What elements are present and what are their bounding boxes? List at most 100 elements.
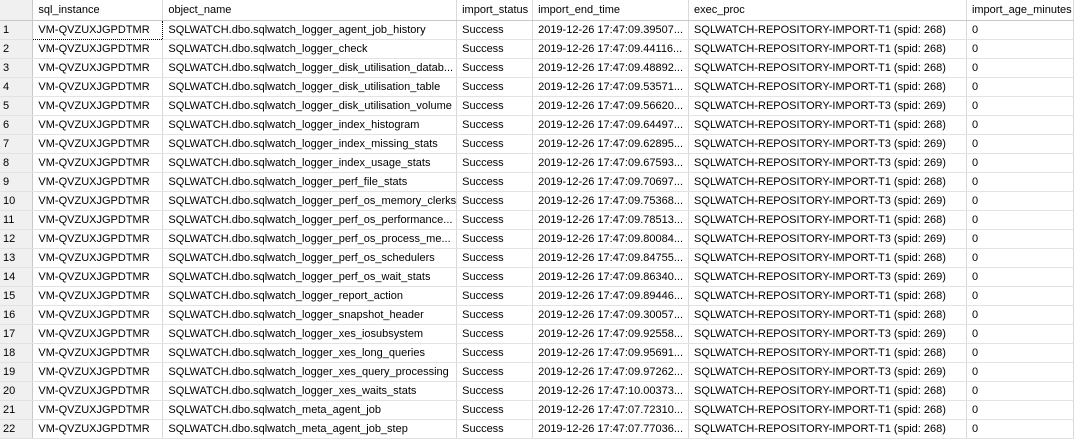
import-end-time-cell[interactable]: 2019-12-26 17:47:09.56620... bbox=[532, 96, 690, 116]
row-number-cell[interactable]: 1 bbox=[0, 20, 34, 40]
object-name-cell[interactable]: SQLWATCH.dbo.sqlwatch_logger_perf_file_s… bbox=[162, 172, 458, 192]
row-number-cell[interactable]: 6 bbox=[0, 115, 34, 135]
sql-instance-cell[interactable]: VM-QVZUXJGPDTMR bbox=[32, 343, 164, 363]
table-row[interactable]: 6 VM-QVZUXJGPDTMR SQLWATCH.dbo.sqlwatch_lo… bbox=[0, 115, 1074, 135]
row-number-cell[interactable]: 11 bbox=[0, 210, 34, 230]
sql-instance-cell[interactable]: VM-QVZUXJGPDTMR bbox=[32, 229, 164, 249]
row-number-cell[interactable]: 21 bbox=[0, 400, 34, 420]
exec-proc-cell[interactable]: SQLWATCH-REPOSITORY-IMPORT-T1 (spid: 268… bbox=[688, 39, 967, 59]
column-header-sql-instance[interactable]: sql_instance bbox=[32, 0, 164, 21]
object-name-cell[interactable]: SQLWATCH.dbo.sqlwatch_logger_perf_os_wai… bbox=[162, 267, 458, 287]
import-end-time-cell[interactable]: 2019-12-26 17:47:07.77036... bbox=[532, 419, 690, 439]
import-status-cell[interactable]: Success bbox=[456, 115, 534, 135]
import-status-cell[interactable]: Success bbox=[456, 229, 534, 249]
row-number-cell[interactable]: 20 bbox=[0, 381, 34, 401]
object-name-cell[interactable]: SQLWATCH.dbo.sqlwatch_logger_report_acti… bbox=[162, 286, 458, 306]
sql-instance-cell[interactable]: VM-QVZUXJGPDTMR bbox=[32, 248, 164, 268]
exec-proc-cell[interactable]: SQLWATCH-REPOSITORY-IMPORT-T1 (spid: 268… bbox=[688, 248, 967, 268]
column-header-import-status[interactable]: import_status bbox=[456, 0, 534, 21]
sql-instance-cell[interactable]: VM-QVZUXJGPDTMR bbox=[32, 286, 164, 306]
import-age-minutes-cell[interactable]: 0 bbox=[966, 191, 1074, 211]
import-age-minutes-cell[interactable]: 0 bbox=[966, 248, 1074, 268]
import-status-cell[interactable]: Success bbox=[456, 419, 534, 439]
exec-proc-cell[interactable]: SQLWATCH-REPOSITORY-IMPORT-T3 (spid: 269… bbox=[688, 229, 967, 249]
import-age-minutes-cell[interactable]: 0 bbox=[966, 362, 1074, 382]
table-row[interactable]: 19 VM-QVZUXJGPDTMR SQLWATCH.dbo.sqlwatch_l… bbox=[0, 362, 1074, 382]
row-number-cell[interactable]: 13 bbox=[0, 248, 34, 268]
row-number-cell[interactable]: 17 bbox=[0, 324, 34, 344]
table-row[interactable]: 9 VM-QVZUXJGPDTMR SQLWATCH.dbo.sqlwatch_lo… bbox=[0, 172, 1074, 192]
object-name-cell[interactable]: SQLWATCH.dbo.sqlwatch_logger_snapshot_he… bbox=[162, 305, 458, 325]
object-name-cell[interactable]: SQLWATCH.dbo.sqlwatch_logger_perf_os_per… bbox=[162, 210, 458, 230]
column-header-object-name[interactable]: object_name bbox=[162, 0, 458, 21]
exec-proc-cell[interactable]: SQLWATCH-REPOSITORY-IMPORT-T1 (spid: 268… bbox=[688, 400, 967, 420]
row-number-cell[interactable]: 3 bbox=[0, 58, 34, 78]
import-end-time-cell[interactable]: 2019-12-26 17:47:09.48892... bbox=[532, 58, 690, 78]
exec-proc-cell[interactable]: SQLWATCH-REPOSITORY-IMPORT-T1 (spid: 268… bbox=[688, 58, 967, 78]
table-row[interactable]: 20 VM-QVZUXJGPDTMR SQLWATCH.dbo.sqlwatch_l… bbox=[0, 381, 1074, 401]
table-row[interactable]: 11 VM-QVZUXJGPDTMR SQLWATCH.dbo.sqlwatch_l… bbox=[0, 210, 1074, 230]
exec-proc-cell[interactable]: SQLWATCH-REPOSITORY-IMPORT-T1 (spid: 268… bbox=[688, 343, 967, 363]
import-age-minutes-cell[interactable]: 0 bbox=[966, 39, 1074, 59]
sql-instance-cell[interactable]: VM-QVZUXJGPDTMR bbox=[32, 305, 164, 325]
import-status-cell[interactable]: Success bbox=[456, 134, 534, 154]
import-age-minutes-cell[interactable]: 0 bbox=[966, 58, 1074, 78]
import-status-cell[interactable]: Success bbox=[456, 381, 534, 401]
table-row[interactable]: 21 VM-QVZUXJGPDTMR SQLWATCH.dbo.sqlwatch_m… bbox=[0, 400, 1074, 420]
object-name-cell[interactable]: SQLWATCH.dbo.sqlwatch_meta_agent_job_ste… bbox=[162, 419, 458, 439]
table-row[interactable]: 22 VM-QVZUXJGPDTMR SQLWATCH.dbo.sqlwatch_m… bbox=[0, 419, 1074, 439]
object-name-cell[interactable]: SQLWATCH.dbo.sqlwatch_logger_perf_os_pro… bbox=[162, 229, 458, 249]
import-end-time-cell[interactable]: 2019-12-26 17:47:09.75368... bbox=[532, 191, 690, 211]
sql-instance-cell[interactable]: VM-QVZUXJGPDTMR bbox=[32, 324, 164, 344]
import-end-time-cell[interactable]: 2019-12-26 17:47:09.92558... bbox=[532, 324, 690, 344]
row-number-cell[interactable]: 9 bbox=[0, 172, 34, 192]
sql-instance-cell[interactable]: VM-QVZUXJGPDTMR bbox=[32, 172, 164, 192]
import-age-minutes-cell[interactable]: 0 bbox=[966, 77, 1074, 97]
import-age-minutes-cell[interactable]: 0 bbox=[966, 96, 1074, 116]
exec-proc-cell[interactable]: SQLWATCH-REPOSITORY-IMPORT-T1 (spid: 268… bbox=[688, 172, 967, 192]
import-age-minutes-cell[interactable]: 0 bbox=[966, 400, 1074, 420]
column-header-import-age-minutes[interactable]: import_age_minutes bbox=[966, 0, 1074, 21]
row-number-cell[interactable]: 14 bbox=[0, 267, 34, 287]
import-end-time-cell[interactable]: 2019-12-26 17:47:09.89446... bbox=[532, 286, 690, 306]
object-name-cell[interactable]: SQLWATCH.dbo.sqlwatch_logger_index_missi… bbox=[162, 134, 458, 154]
import-age-minutes-cell[interactable]: 0 bbox=[966, 343, 1074, 363]
row-number-cell[interactable]: 2 bbox=[0, 39, 34, 59]
import-end-time-cell[interactable]: 2019-12-26 17:47:09.64497... bbox=[532, 115, 690, 135]
sql-instance-cell[interactable]: VM-QVZUXJGPDTMR bbox=[32, 210, 164, 230]
import-age-minutes-cell[interactable]: 0 bbox=[966, 20, 1074, 40]
sql-instance-cell[interactable]: VM-QVZUXJGPDTMR bbox=[32, 19, 164, 40]
exec-proc-cell[interactable]: SQLWATCH-REPOSITORY-IMPORT-T3 (spid: 269… bbox=[688, 96, 967, 116]
import-age-minutes-cell[interactable]: 0 bbox=[966, 229, 1074, 249]
row-number-cell[interactable]: 18 bbox=[0, 343, 34, 363]
sql-instance-cell[interactable]: VM-QVZUXJGPDTMR bbox=[32, 419, 164, 439]
sql-instance-cell[interactable]: VM-QVZUXJGPDTMR bbox=[32, 267, 164, 287]
object-name-cell[interactable]: SQLWATCH.dbo.sqlwatch_logger_perf_os_sch… bbox=[162, 248, 458, 268]
sql-instance-cell[interactable]: VM-QVZUXJGPDTMR bbox=[32, 381, 164, 401]
import-age-minutes-cell[interactable]: 0 bbox=[966, 286, 1074, 306]
exec-proc-cell[interactable]: SQLWATCH-REPOSITORY-IMPORT-T3 (spid: 269… bbox=[688, 362, 967, 382]
object-name-cell[interactable]: SQLWATCH.dbo.sqlwatch_logger_xes_waits_s… bbox=[162, 381, 458, 401]
import-end-time-cell[interactable]: 2019-12-26 17:47:09.44116... bbox=[532, 39, 690, 59]
table-row[interactable]: 10 VM-QVZUXJGPDTMR SQLWATCH.dbo.sqlwatch_l… bbox=[0, 191, 1074, 211]
import-end-time-cell[interactable]: 2019-12-26 17:47:09.86340... bbox=[532, 267, 690, 287]
table-row[interactable]: 1 VM-QVZUXJGPDTMR SQLWATCH.dbo.sqlwatch_lo… bbox=[0, 19, 1074, 40]
table-row[interactable]: 18 VM-QVZUXJGPDTMR SQLWATCH.dbo.sqlwatch_l… bbox=[0, 343, 1074, 363]
column-header-exec-proc[interactable]: exec_proc bbox=[688, 0, 967, 21]
corner-cell[interactable] bbox=[0, 0, 34, 21]
import-end-time-cell[interactable]: 2019-12-26 17:47:10.00373... bbox=[532, 381, 690, 401]
row-number-cell[interactable]: 10 bbox=[0, 191, 34, 211]
object-name-cell[interactable]: SQLWATCH.dbo.sqlwatch_logger_disk_utilis… bbox=[162, 77, 458, 97]
import-status-cell[interactable]: Success bbox=[456, 172, 534, 192]
exec-proc-cell[interactable]: SQLWATCH-REPOSITORY-IMPORT-T3 (spid: 269… bbox=[688, 324, 967, 344]
table-row[interactable]: 8 VM-QVZUXJGPDTMR SQLWATCH.dbo.sqlwatch_lo… bbox=[0, 153, 1074, 173]
object-name-cell[interactable]: SQLWATCH.dbo.sqlwatch_logger_xes_long_qu… bbox=[162, 343, 458, 363]
import-status-cell[interactable]: Success bbox=[456, 343, 534, 363]
import-status-cell[interactable]: Success bbox=[456, 362, 534, 382]
import-age-minutes-cell[interactable]: 0 bbox=[966, 134, 1074, 154]
sql-instance-cell[interactable]: VM-QVZUXJGPDTMR bbox=[32, 153, 164, 173]
object-name-cell[interactable]: SQLWATCH.dbo.sqlwatch_logger_perf_os_mem… bbox=[162, 191, 458, 211]
exec-proc-cell[interactable]: SQLWATCH-REPOSITORY-IMPORT-T3 (spid: 269… bbox=[688, 191, 967, 211]
exec-proc-cell[interactable]: SQLWATCH-REPOSITORY-IMPORT-T1 (spid: 268… bbox=[688, 20, 967, 40]
row-number-cell[interactable]: 4 bbox=[0, 77, 34, 97]
